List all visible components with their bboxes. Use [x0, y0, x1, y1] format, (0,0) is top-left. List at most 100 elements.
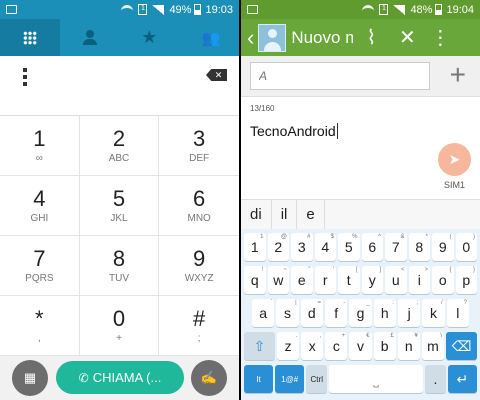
dialpad-key[interactable]: 5 JKL [79, 176, 160, 236]
dialpad-key[interactable]: #; [159, 296, 239, 356]
keyboard-key[interactable]: / k [422, 299, 445, 327]
wifi-icon [362, 5, 375, 14]
dialpad-key[interactable]: 0 + [79, 296, 160, 356]
keyboard-key[interactable]: ' r [314, 266, 336, 294]
suggestion-item[interactable]: di [241, 200, 272, 230]
recipient-input[interactable] [250, 62, 430, 90]
number-display[interactable]: ✕ [0, 56, 239, 116]
keyboard-key[interactable]: 11 [244, 233, 266, 261]
keyboard-key[interactable]: :h [373, 299, 396, 327]
backspace-key[interactable]: ⌫ [445, 332, 477, 360]
add-recipient-icon[interactable]: + [450, 59, 466, 91]
tab-favorites[interactable]: ★ [120, 19, 180, 56]
keyboard-key[interactable]: + c [325, 332, 348, 360]
keyboard-key[interactable]: $4 [314, 233, 336, 261]
keyboard-key[interactable]: = d [300, 299, 323, 327]
handwriting-button[interactable]: ✍ [191, 360, 227, 396]
keyboard-key[interactable]: .z [277, 332, 300, 360]
key-label: j [407, 305, 411, 321]
keyboard-key[interactable]: -f [324, 299, 348, 327]
symbols-key[interactable]: 1@# [275, 365, 305, 393]
key-alt-symbol: - [343, 300, 346, 306]
keyboard-key[interactable]: | s [276, 299, 299, 327]
attachment-icon[interactable]: ⌇ [353, 25, 389, 50]
key-digit: 7 [33, 245, 46, 271]
keyboard-key[interactable]: £ b [373, 332, 396, 360]
dialpad-key[interactable]: 9 WXYZ [159, 236, 239, 296]
dialpad-key[interactable]: 3 DEF [159, 116, 239, 176]
keyboard-key[interactable]: ,x [301, 332, 324, 360]
key-digit: * [35, 305, 44, 331]
message-compose-area[interactable]: 13/160 TecnoAndroid ➤ SIM1 [241, 97, 480, 199]
keyboard-key[interactable]: " e [291, 266, 313, 294]
key-alt-symbol: ) [473, 234, 475, 240]
ctrl-key[interactable]: Ctrl [306, 365, 328, 393]
tab-groups[interactable]: 👥 [179, 19, 239, 56]
overflow-menu-icon[interactable] [23, 68, 27, 89]
phone-icon: ✆ [78, 370, 89, 385]
shift-key[interactable]: ⇧ [244, 332, 275, 360]
back-arrow-icon[interactable]: ‹ [241, 25, 258, 51]
dialpad-key[interactable]: 2 ABC [79, 116, 160, 176]
keyboard-key[interactable]: < u [385, 266, 407, 294]
keyboard-key[interactable]: (9 [432, 233, 454, 261]
key-alt-symbol: \ [440, 333, 442, 339]
key-label: e [297, 272, 306, 288]
key-alt-symbol: = [317, 300, 321, 306]
keyboard-key[interactable]: } p [455, 266, 477, 294]
keyboard-key[interactable]: ¥ n [397, 332, 420, 360]
keyboard-key[interactable]: % 5 [338, 233, 360, 261]
enter-key[interactable]: ↵ [447, 365, 477, 393]
space-key[interactable]: ⎵ [329, 365, 423, 393]
language-key[interactable]: It [244, 365, 274, 393]
keyboard-key[interactable]: ~ w [267, 266, 289, 294]
tab-dialpad[interactable] [0, 19, 60, 56]
key-label: 3 [297, 239, 306, 255]
keypad-toggle-button[interactable]: ▦ [12, 360, 48, 396]
keyboard-key[interactable]: _ g [349, 299, 372, 327]
keyboard-key[interactable]: € v [349, 332, 372, 360]
key-digit: 5 [112, 185, 126, 211]
call-button-label: CHIAMA (... [92, 370, 162, 385]
dialpad-key[interactable]: 1 ∞ [0, 116, 80, 176]
close-icon[interactable]: ✕ [389, 25, 425, 50]
key-label: m [427, 338, 439, 354]
key-letters: , [37, 332, 41, 344]
keyboard-key[interactable]: * 8 [408, 233, 430, 261]
dialpad-key[interactable]: 4 GHI [0, 176, 80, 236]
keyboard-key[interactable]: & 7 [385, 233, 407, 261]
key-label: 2 [274, 239, 283, 255]
overflow-menu-icon[interactable]: ⋮ [425, 25, 455, 50]
suggestion-item[interactable]: e [297, 200, 325, 230]
send-button[interactable]: ➤ [438, 143, 471, 176]
keyboard-key[interactable]: ? l [446, 299, 469, 327]
keyboard-key[interactable]: ] y [361, 266, 383, 294]
battery-icon [194, 4, 202, 15]
keyboard-key[interactable]: > i [408, 266, 430, 294]
keyboard-key[interactable]: ` a [252, 299, 275, 327]
keyboard-key[interactable]: #3 [291, 233, 313, 261]
keyboard-key[interactable]: ; j [397, 299, 421, 327]
tab-contacts[interactable] [60, 19, 120, 56]
dialpad-key[interactable]: 7 PQRS [0, 236, 80, 296]
dialpad-key[interactable]: *, [0, 296, 80, 356]
keyboard-key[interactable]: ^ 6 [361, 233, 383, 261]
period-key[interactable]: . [424, 365, 446, 393]
keyboard-key[interactable]: ) 0 [455, 233, 477, 261]
key-label: 1 [250, 239, 259, 255]
keyboard-key[interactable]: {o [432, 266, 454, 294]
keyboard-key[interactable]: [t [338, 266, 360, 294]
keyboard-key[interactable]: @2 [267, 233, 289, 261]
keyboard-key[interactable]: ! q [244, 266, 266, 294]
key-digit: 0 [112, 305, 126, 331]
key-label: b [380, 338, 389, 354]
dialpad-key[interactable]: 6 MNO [159, 176, 239, 236]
avatar [258, 23, 287, 52]
messaging-screen: 1 48% 19:04 ‹ Nuovo messaggio ⌇ ✕ ⋮ + 13… [241, 0, 480, 400]
message-field[interactable]: TecnoAndroid [250, 123, 338, 139]
suggestion-item[interactable]: il [272, 200, 298, 230]
keyboard-key[interactable]: \ m [421, 332, 444, 360]
dialpad-key[interactable]: 8 TUV [79, 236, 160, 296]
call-button[interactable]: ✆ CHIAMA (... [56, 361, 184, 394]
backspace-icon[interactable]: ✕ [206, 69, 227, 81]
